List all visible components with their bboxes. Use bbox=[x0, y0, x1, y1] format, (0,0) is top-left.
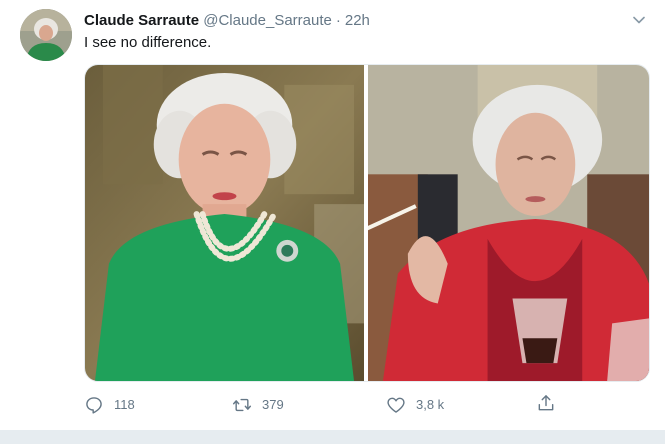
tweet-text: I see no difference. bbox=[84, 34, 212, 51]
display-name[interactable]: Claude Sarraute bbox=[84, 12, 199, 29]
share-icon bbox=[538, 395, 554, 411]
like-button[interactable]: 3,8 k bbox=[386, 393, 444, 417]
share-button[interactable] bbox=[536, 393, 556, 413]
chevron-down-icon[interactable] bbox=[631, 12, 647, 28]
photo-woman-red-cigarette[interactable] bbox=[368, 65, 649, 381]
tweet-actions: 118 379 3,8 k bbox=[84, 393, 564, 417]
timestamp[interactable]: 22h bbox=[345, 12, 370, 29]
avatar-image bbox=[20, 9, 72, 61]
reply-count: 118 bbox=[114, 397, 135, 412]
like-count: 3,8 k bbox=[416, 397, 445, 412]
retweet-icon bbox=[232, 398, 252, 412]
reply-icon bbox=[86, 397, 102, 414]
retweet-count: 379 bbox=[262, 397, 284, 412]
tweet-header: Claude Sarraute @Claude_Sarraute · 22h bbox=[84, 11, 370, 31]
reply-button[interactable]: 118 bbox=[84, 393, 135, 417]
user-handle[interactable]: @Claude_Sarraute bbox=[203, 12, 332, 29]
feed-divider bbox=[0, 430, 665, 444]
tweet-media[interactable] bbox=[84, 64, 650, 382]
avatar[interactable] bbox=[20, 9, 72, 61]
photo-queen-green-dress[interactable] bbox=[85, 65, 364, 381]
separator-dot: · bbox=[335, 12, 341, 29]
heart-icon bbox=[387, 397, 405, 413]
retweet-button[interactable]: 379 bbox=[232, 393, 284, 417]
tweet-card[interactable]: Claude Sarraute @Claude_Sarraute · 22h I s… bbox=[0, 0, 665, 430]
